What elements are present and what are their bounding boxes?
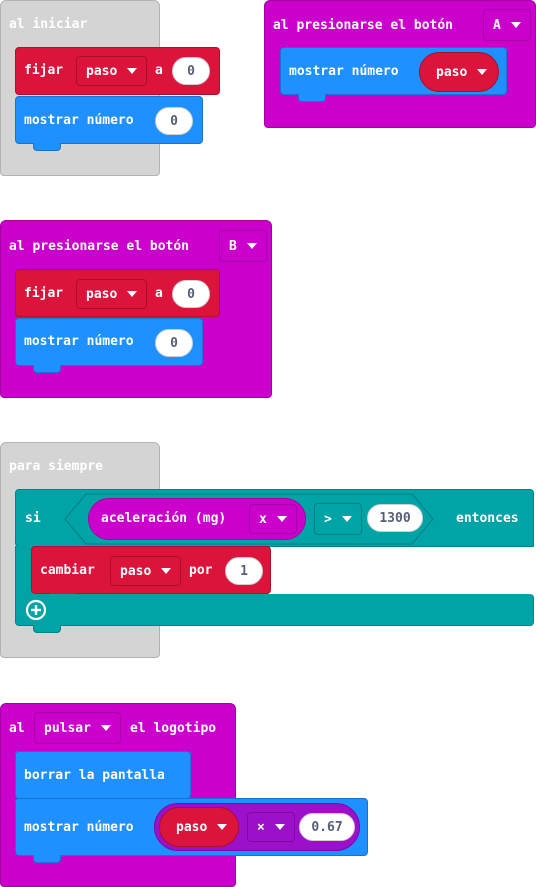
chevron-down-icon <box>246 243 257 249</box>
variable-reporter-paso[interactable]: paso <box>159 807 239 847</box>
set-value-input[interactable]: 0 <box>172 280 210 308</box>
button-b-dropdown[interactable]: B <box>219 230 267 262</box>
axis-dropdown[interactable]: x <box>249 504 297 534</box>
on-button-a-title: al presionarse el botón <box>273 18 454 33</box>
variable-reporter-paso[interactable]: paso <box>419 52 499 92</box>
clear-screen-block[interactable]: borrar la pantalla <box>15 751 191 799</box>
block-notch <box>33 365 61 373</box>
to-word: a <box>155 63 163 78</box>
by-word: por <box>189 563 213 578</box>
variable-name: paso <box>86 63 118 79</box>
variable-name: paso <box>86 286 118 302</box>
block-notch <box>33 625 61 633</box>
variable-dropdown[interactable]: paso <box>110 556 182 586</box>
show-number-label: mostrar número <box>24 113 134 128</box>
chevron-down-icon <box>127 68 138 74</box>
show-number-block-a[interactable]: mostrar número paso <box>280 47 507 95</box>
show-number-value[interactable]: 0 <box>155 107 193 135</box>
if-block-footer[interactable] <box>15 594 534 626</box>
show-number-label: mostrar número <box>24 820 134 835</box>
button-a-name: A <box>493 17 501 33</box>
if-then-block[interactable]: si aceleración (mg) x > 1300 entonces <box>15 489 534 547</box>
block-notch <box>298 94 326 102</box>
threshold-input[interactable]: 1300 <box>367 504 423 532</box>
acceleration-reporter[interactable]: aceleración (mg) x <box>88 498 306 540</box>
chevron-down-icon <box>510 22 521 28</box>
button-a-dropdown[interactable]: A <box>483 9 531 41</box>
if-word: si <box>25 511 41 526</box>
variable-name: paso <box>436 64 468 80</box>
show-number-block-logo[interactable]: mostrar número paso × 0.67 <box>15 798 368 856</box>
show-number-block[interactable]: mostrar número 0 <box>15 96 203 144</box>
chevron-down-icon <box>127 291 138 297</box>
change-value-input[interactable]: 1 <box>225 557 263 585</box>
chevron-down-icon <box>341 516 352 522</box>
multiplier-input[interactable]: 0.67 <box>299 813 355 841</box>
acceleration-label: aceleración (mg) <box>101 511 227 526</box>
chevron-down-icon <box>100 725 111 731</box>
show-number-label: mostrar número <box>289 64 399 79</box>
on-logo-prefix: al <box>9 721 25 736</box>
set-keyword: fijar <box>24 286 64 301</box>
math-operator-dropdown[interactable]: × <box>247 812 295 842</box>
variable-dropdown[interactable]: paso <box>76 56 148 86</box>
axis-name: x <box>259 511 267 527</box>
chevron-down-icon <box>477 69 488 75</box>
to-word: a <box>155 286 163 301</box>
chevron-down-icon <box>217 824 228 830</box>
show-number-block-b[interactable]: mostrar número 0 <box>15 318 203 366</box>
change-variable-block[interactable]: cambiar paso por 1 <box>31 546 271 594</box>
button-b-name: B <box>229 238 237 254</box>
variable-name: paso <box>120 563 152 579</box>
operator-dropdown[interactable]: > <box>314 503 362 535</box>
change-keyword: cambiar <box>40 563 95 578</box>
block-notch <box>33 855 61 863</box>
plus-circle-icon[interactable] <box>25 599 47 621</box>
logo-event-name: pulsar <box>44 720 91 736</box>
set-keyword: fijar <box>24 63 64 78</box>
set-variable-block-b[interactable]: fijar paso a 0 <box>15 269 220 317</box>
set-variable-block[interactable]: fijar paso a 0 <box>15 47 220 95</box>
chevron-down-icon <box>161 568 172 574</box>
chevron-down-icon <box>276 516 287 522</box>
multiply-reporter[interactable]: paso × 0.67 <box>154 803 360 851</box>
then-word: entonces <box>456 511 519 526</box>
on-button-b-title: al presionarse el botón <box>9 239 190 254</box>
show-number-value[interactable]: 0 <box>155 329 193 357</box>
block-notch <box>33 143 61 151</box>
operator-symbol: > <box>324 511 332 527</box>
forever-title: para siempre <box>9 459 103 474</box>
math-operator-symbol: × <box>257 819 265 835</box>
set-value-input[interactable]: 0 <box>172 57 210 85</box>
logo-event-dropdown[interactable]: pulsar <box>34 712 121 744</box>
chevron-down-icon <box>274 824 285 830</box>
clear-screen-label: borrar la pantalla <box>24 768 165 783</box>
show-number-label: mostrar número <box>24 334 134 349</box>
variable-name: paso <box>176 819 208 835</box>
on-start-title: al iniciar <box>9 17 88 32</box>
on-logo-suffix: el logotipo <box>130 721 217 736</box>
variable-dropdown[interactable]: paso <box>76 279 148 309</box>
